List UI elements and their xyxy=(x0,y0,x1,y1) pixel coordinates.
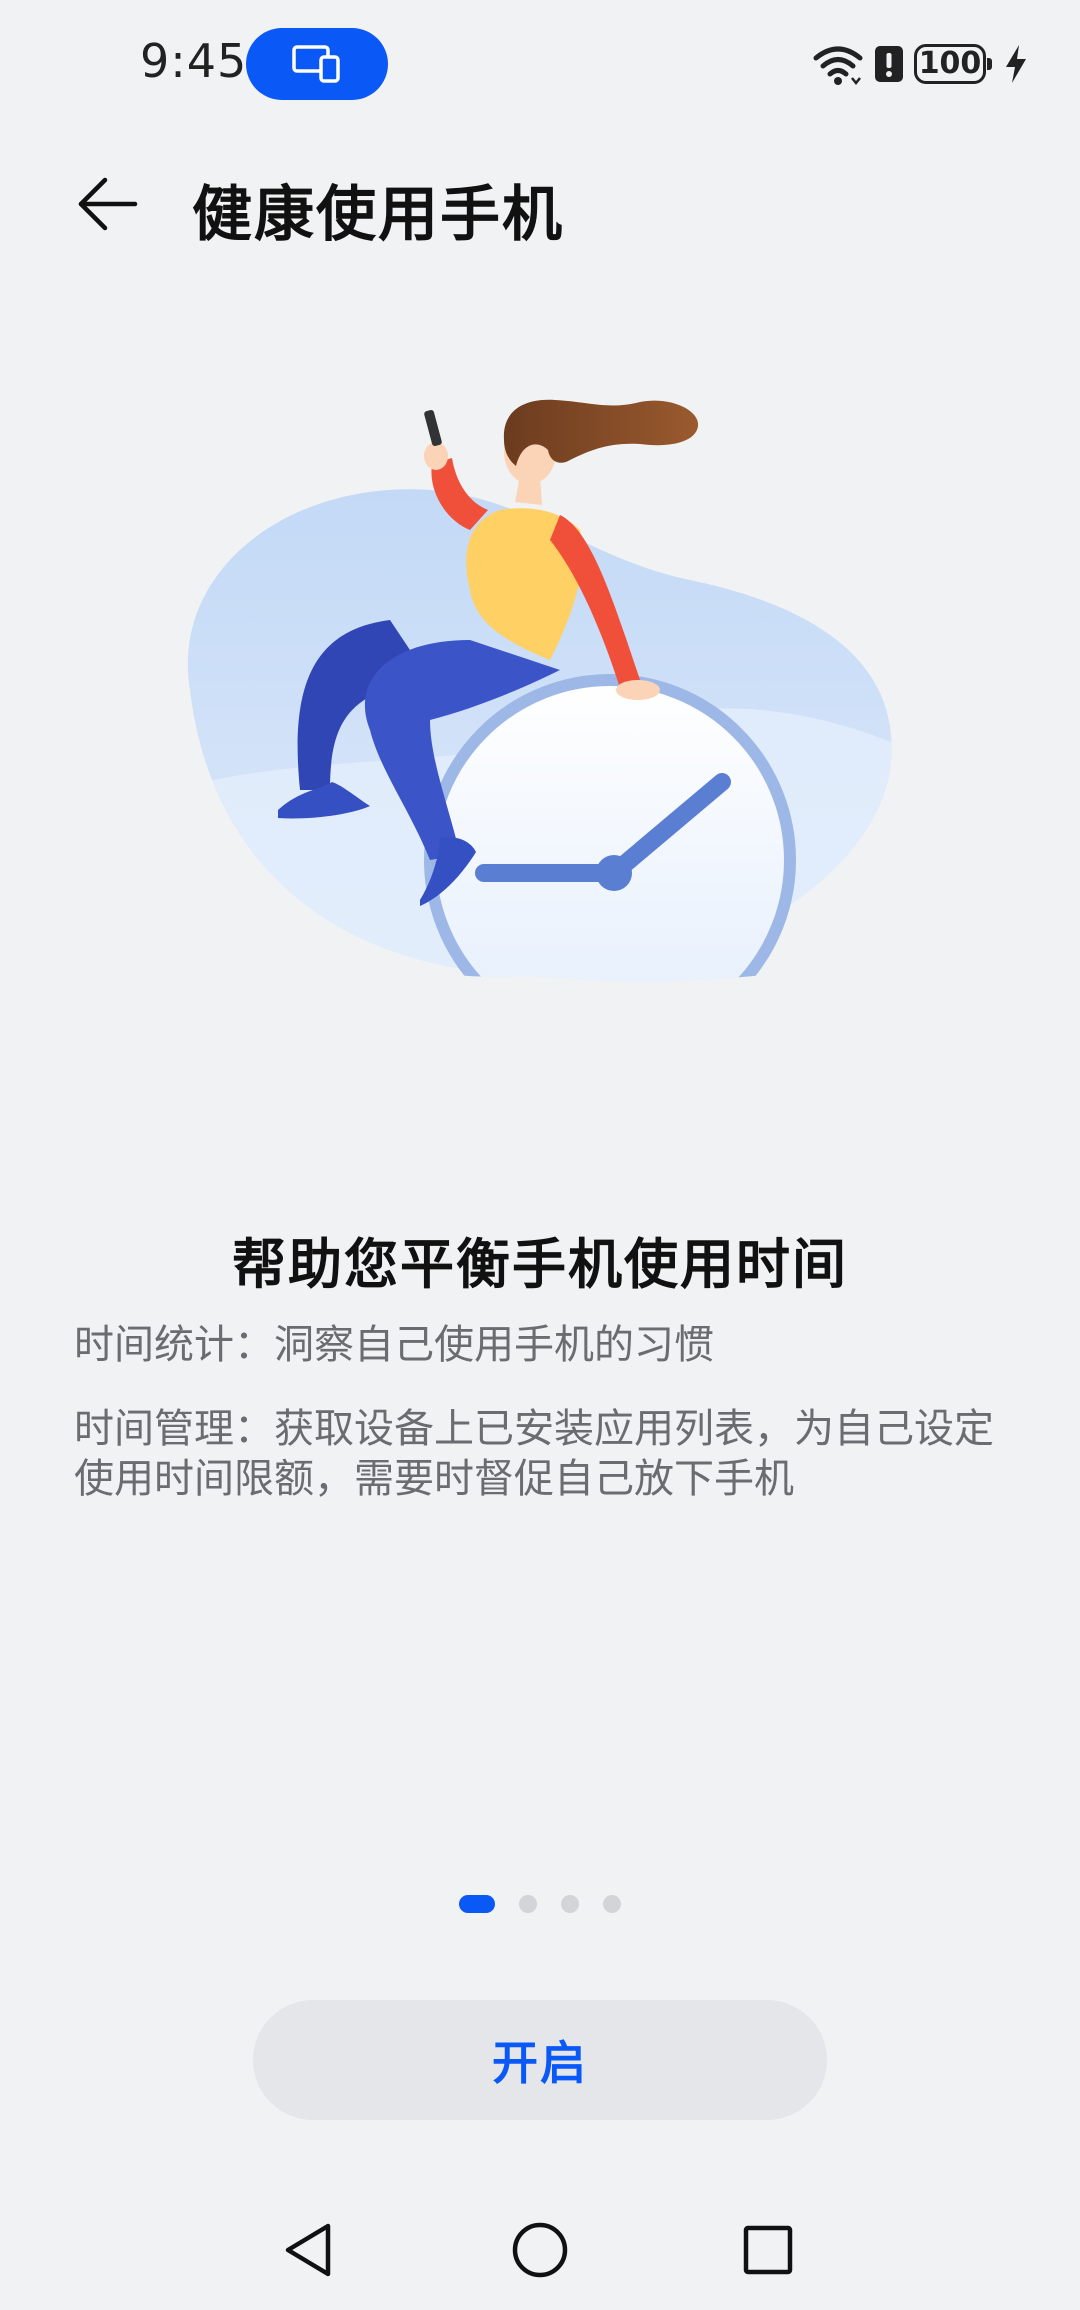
page-dot-3[interactable] xyxy=(561,1895,579,1913)
enable-button[interactable]: 开启 xyxy=(253,2000,827,2120)
battery-level: 100 xyxy=(918,46,982,81)
nav-back-button[interactable] xyxy=(268,2210,348,2290)
square-recent-icon xyxy=(743,2225,793,2275)
alert-icon xyxy=(875,46,903,82)
page-dot-1[interactable] xyxy=(459,1895,495,1913)
page-title: 健康使用手机 xyxy=(192,180,564,250)
page-indicator xyxy=(0,1894,1080,1914)
wifi-icon xyxy=(813,46,863,86)
triangle-back-icon xyxy=(285,2223,331,2277)
circle-home-icon xyxy=(512,2222,568,2278)
time-statistics-text: 时间统计：洞察自己使用手机的习惯 xyxy=(74,1322,714,1368)
clock xyxy=(424,674,796,990)
status-icons: 100 xyxy=(812,36,1028,92)
status-bar: 9:45 100 xyxy=(0,0,1080,128)
screen-cast-pill[interactable] xyxy=(246,28,388,100)
system-nav-bar xyxy=(0,2210,1080,2290)
nav-recent-button[interactable] xyxy=(728,2210,808,2290)
page-dot-4[interactable] xyxy=(603,1895,621,1913)
status-time: 9:45 xyxy=(140,34,248,88)
nav-home-button[interactable] xyxy=(500,2210,580,2290)
back-button[interactable] xyxy=(62,164,152,244)
charging-icon xyxy=(1006,45,1026,83)
time-management-text: 时间管理：获取设备上已安装应用列表，为自己设定使用时间限额，需要时督促自己放下手… xyxy=(74,1406,994,1502)
arrow-left-icon xyxy=(78,177,138,231)
woman-sitting-on-clock-illustration xyxy=(170,399,910,990)
page-dot-2[interactable] xyxy=(519,1895,537,1913)
screen-cast-icon xyxy=(292,45,340,83)
battery-icon: 100 xyxy=(914,44,992,84)
header: 健康使用手机 xyxy=(0,128,1080,278)
content-heading: 帮助您平衡手机使用时间 xyxy=(232,1233,848,1296)
